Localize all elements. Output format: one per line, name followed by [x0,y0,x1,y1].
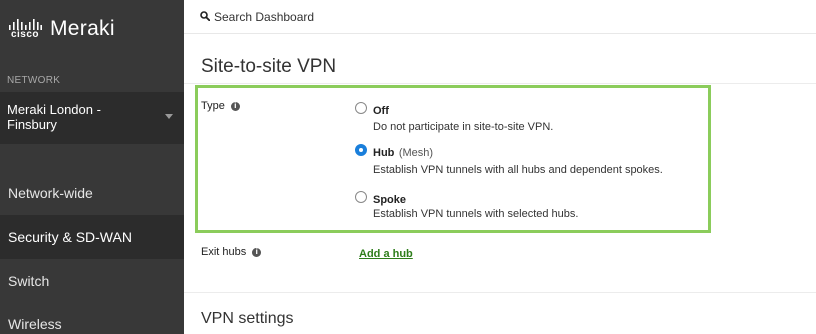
network-selector[interactable]: Meraki London - Finsbury [0,92,184,144]
radio-spoke[interactable] [355,191,367,203]
radio-hub-sublabel: (Mesh) [398,147,434,159]
cisco-logo-icon: cisco [8,18,42,40]
title-divider [184,83,816,84]
exit-hubs-label-text: Exit hubs [201,246,247,258]
chevron-down-icon [165,114,173,119]
top-search-bar [184,0,816,34]
sidebar: cisco Meraki NETWORK Meraki London - Fin… [0,0,184,334]
sidebar-item-switch[interactable]: Switch [0,259,184,303]
radio-spoke-label: Spoke [373,194,407,206]
radio-hub-description: Establish VPN tunnels with all hubs and … [373,164,663,176]
radio-option-hub[interactable]: Hub (Mesh) [355,143,433,161]
network-name: Meraki London - Finsbury [7,102,101,132]
section-divider [184,292,816,293]
add-hub-link[interactable]: Add a hub [359,248,413,260]
type-field-label: Type i [201,100,240,112]
radio-hub-label: Hub [373,147,395,159]
search-icon[interactable] [200,11,210,21]
sidebar-item-network-wide[interactable]: Network-wide [0,171,184,215]
radio-option-off[interactable]: Off [355,101,389,119]
info-icon[interactable]: i [252,247,262,257]
info-icon[interactable]: i [230,101,240,111]
main-content: Site-to-site VPN [184,34,816,334]
radio-spoke-description: Establish VPN tunnels with selected hubs… [373,208,579,220]
radio-hub[interactable] [355,144,367,156]
search-input[interactable] [214,7,614,27]
radio-off[interactable] [355,102,367,114]
radio-option-spoke[interactable]: Spoke [355,190,406,208]
type-label-text: Type [201,100,225,112]
radio-off-description: Do not participate in site-to-site VPN. [373,121,554,133]
cisco-bars-icon [9,18,42,30]
sidebar-item-wireless[interactable]: Wireless [0,302,184,334]
brand-logo[interactable]: cisco Meraki [8,14,115,44]
exit-hubs-label: Exit hubs i [201,246,262,258]
sidebar-item-security-sd-wan[interactable]: Security & SD-WAN [0,215,184,259]
cisco-wordmark: cisco [10,28,40,40]
product-name: Meraki [50,17,115,40]
page-title: Site-to-site VPN [201,56,337,77]
sidebar-heading: NETWORK [7,75,61,86]
vpn-settings-title: VPN settings [201,310,294,327]
radio-off-label: Off [373,105,389,117]
